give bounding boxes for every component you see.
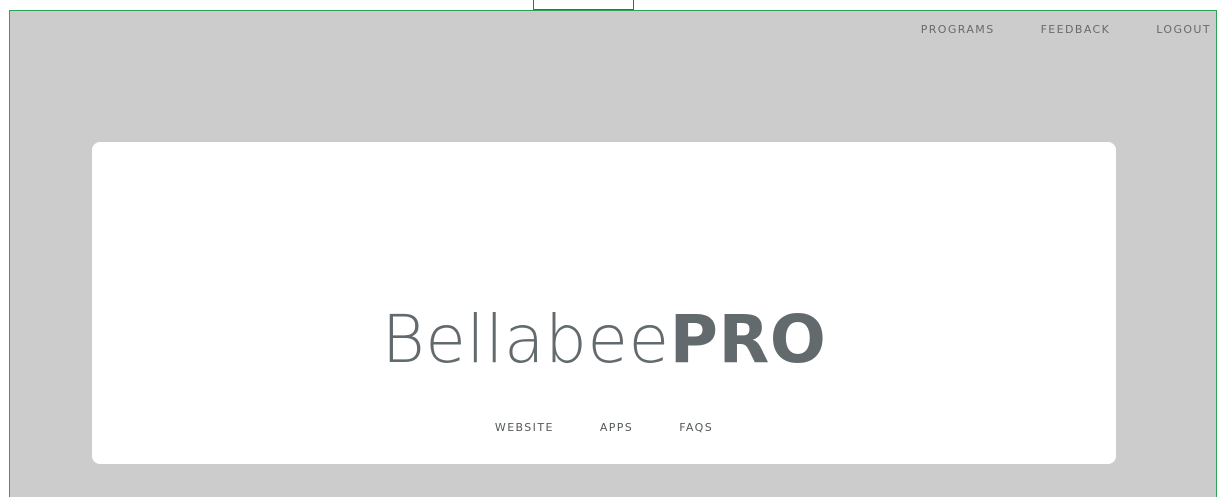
tab-notch: [533, 0, 634, 10]
hero-card: BellabeePRO WEBSITE APPS FAQS: [92, 142, 1116, 464]
top-nav: PROGRAMS FEEDBACK LOGOUT: [921, 23, 1216, 36]
brand-logo: BellabeePRO: [92, 300, 1116, 380]
nav-link-feedback[interactable]: FEEDBACK: [1041, 23, 1111, 36]
nav-link-logout[interactable]: LOGOUT: [1156, 23, 1211, 36]
brand-name-bold: PRO: [669, 301, 827, 378]
brand-name-light: Bellabee: [381, 301, 670, 378]
link-faqs[interactable]: FAQS: [679, 421, 713, 434]
link-apps[interactable]: APPS: [600, 421, 633, 434]
link-website[interactable]: WEBSITE: [495, 421, 554, 434]
card-links: WEBSITE APPS FAQS: [92, 421, 1116, 434]
app-frame: PROGRAMS FEEDBACK LOGOUT BellabeePRO WEB…: [9, 10, 1217, 497]
nav-link-programs[interactable]: PROGRAMS: [921, 23, 995, 36]
